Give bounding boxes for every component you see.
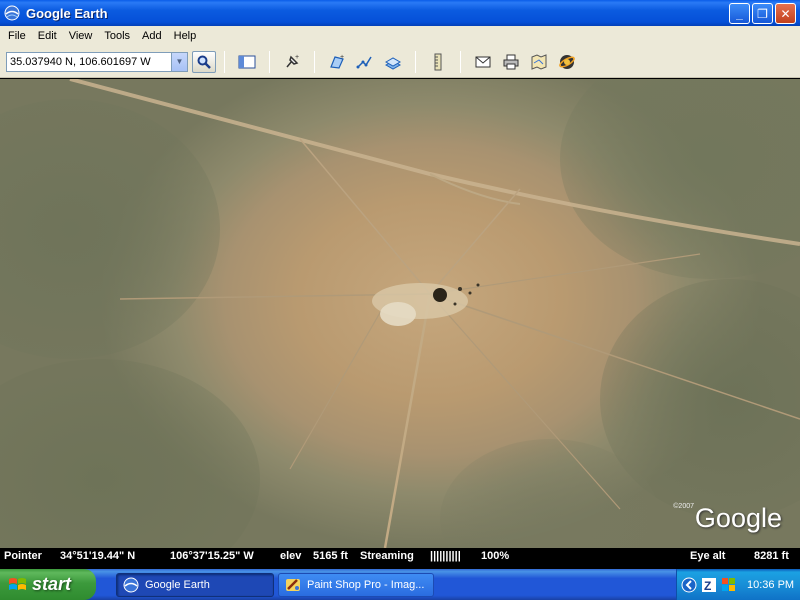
windows-flag-icon[interactable] <box>721 577 737 593</box>
menu-file[interactable]: File <box>2 26 32 46</box>
coordinate-combobox[interactable]: 35.037940 N, 106.601697 W ▼ <box>6 51 188 72</box>
toolbar: 35.037940 N, 106.601697 W ▼ + + <box>0 46 800 78</box>
maps-icon <box>531 53 547 70</box>
start-label: start <box>32 574 72 594</box>
eye-altitude-label: Eye alt <box>690 550 726 562</box>
minimize-button[interactable]: _ <box>729 3 750 24</box>
taskbar-item-paint-shop-pro[interactable]: Paint Shop Pro - Imag... <box>278 573 434 597</box>
title-bar: Google Earth _ ❐ ✕ <box>0 0 800 26</box>
placemark-icon: + <box>286 54 299 67</box>
toolbar-separator <box>314 50 315 73</box>
toolbar-separator <box>460 50 461 73</box>
print-icon <box>503 54 519 69</box>
menu-bar: File Edit View Tools Add Help <box>0 26 800 46</box>
pointer-latitude: 34°51'19.44" N <box>60 550 136 562</box>
terrain-roads <box>69 79 800 548</box>
polygon-icon: + <box>330 54 344 69</box>
svg-text:+: + <box>295 54 299 61</box>
add-placemark-button[interactable]: + <box>281 51 303 73</box>
close-button[interactable]: ✕ <box>775 3 796 24</box>
system-tray: Z 10:36 PM <box>676 569 800 600</box>
email-icon <box>475 56 491 67</box>
toolbar-separator <box>269 50 270 73</box>
windows-logo-icon <box>9 577 26 590</box>
map-viewport[interactable]: ©2007 Google <box>0 79 800 548</box>
chevron-down-icon[interactable]: ▼ <box>171 52 187 71</box>
taskbar-item-google-earth[interactable]: Google Earth <box>116 573 274 597</box>
search-icon <box>197 55 211 69</box>
path-icon <box>356 56 372 68</box>
menu-view[interactable]: View <box>63 26 99 46</box>
toolbar-separator <box>224 50 225 73</box>
menu-add[interactable]: Add <box>136 26 168 46</box>
google-maps-button[interactable] <box>528 51 550 73</box>
eye-altitude-value: 8281 ft <box>754 550 789 562</box>
pointer-label: Pointer <box>4 550 42 562</box>
paint-shop-pro-icon <box>286 579 300 591</box>
svg-text:Z: Z <box>704 579 711 593</box>
elevation-label: elev <box>280 550 302 562</box>
streaming-progress: |||||||||| <box>430 550 461 562</box>
email-button[interactable] <box>472 51 494 73</box>
image-overlay-icon <box>384 56 402 70</box>
clock[interactable]: 10:36 PM <box>747 579 794 591</box>
google-earth-icon <box>123 577 139 593</box>
search-button[interactable] <box>192 50 216 73</box>
menu-tools[interactable]: Tools <box>98 26 136 46</box>
add-polygon-button[interactable]: + <box>326 51 348 73</box>
status-bar: Pointer 34°51'19.44" N 106°37'15.25" W e… <box>0 548 800 566</box>
window-title: Google Earth <box>26 5 108 21</box>
maximize-button[interactable]: ❐ <box>752 3 773 24</box>
sky-button[interactable] <box>556 51 578 73</box>
taskbar-item-label: Paint Shop Pro - Imag... <box>307 579 425 591</box>
coordinate-input[interactable]: 35.037940 N, 106.601697 W <box>7 56 171 68</box>
toolbar-separator <box>415 50 416 73</box>
start-button[interactable]: start <box>0 569 96 600</box>
sidebar-toggle-button[interactable] <box>236 51 258 73</box>
taskbar-item-label: Google Earth <box>145 579 210 591</box>
chevron-left-icon[interactable] <box>681 577 697 593</box>
sidebar-icon <box>238 55 256 68</box>
google-earth-icon <box>4 5 20 21</box>
print-button[interactable] <box>500 51 522 73</box>
ruler-icon <box>434 53 442 70</box>
streaming-label: Streaming <box>360 550 414 562</box>
taskbar: start Google Earth Paint Shop Pro - Imag… <box>0 569 800 600</box>
copyright-text: ©2007 <box>673 503 694 510</box>
zonealarm-icon[interactable]: Z <box>701 577 717 593</box>
pointer-longitude: 106°37'15.25" W <box>170 550 254 562</box>
elevation-value: 5165 ft <box>313 550 348 562</box>
google-logo: Google <box>694 503 782 533</box>
svg-text:+: + <box>340 54 344 61</box>
streaming-percent: 100% <box>481 550 510 562</box>
sky-icon <box>559 54 575 69</box>
menu-edit[interactable]: Edit <box>32 26 63 46</box>
add-path-button[interactable] <box>354 51 376 73</box>
menu-help[interactable]: Help <box>168 26 203 46</box>
add-image-overlay-button[interactable] <box>382 51 404 73</box>
ruler-button[interactable] <box>427 51 449 73</box>
